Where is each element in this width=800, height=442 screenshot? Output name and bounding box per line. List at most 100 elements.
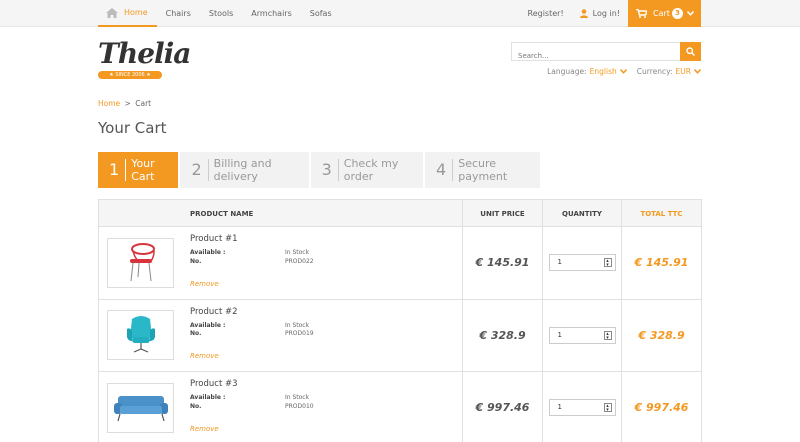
step-check-order[interactable]: 3 Check my order	[311, 152, 426, 188]
nav-item-armchairs[interactable]: Armchairs	[242, 0, 300, 27]
quantity-select[interactable]: 1 ▴ ▾	[548, 326, 616, 344]
table-header: PRODUCT NAME UNIT PRICE QUANTITY TOTAL T…	[99, 200, 701, 227]
spinner-arrows-icon[interactable]: ▴ ▾	[603, 258, 612, 268]
home-icon	[106, 7, 118, 18]
chevron-down-icon	[694, 69, 701, 74]
login-link[interactable]: Log in!	[579, 9, 620, 18]
remove-link[interactable]: Remove	[190, 352, 219, 360]
step-secure-payment[interactable]: 4 Secure payment	[425, 152, 540, 188]
product-image-cell	[99, 372, 190, 442]
table-row: Product #3 Available : No. In Stock PROD01…	[99, 372, 701, 442]
cart-count-badge: 3	[671, 8, 683, 19]
register-link[interactable]: Register!	[528, 9, 564, 18]
header-product-name: PRODUCT NAME	[190, 200, 463, 227]
login-label: Log in!	[592, 9, 620, 18]
step-number: 3	[311, 159, 339, 181]
meta-values: In Stock PROD019	[285, 321, 314, 338]
meta-values: In Stock PROD010	[285, 394, 314, 410]
register-label: Register!	[527, 9, 564, 18]
locale-selectors: Language: English Currency: EUR	[537, 67, 701, 76]
header-image	[99, 200, 190, 227]
table-row: Product #2 Available : No. In Stock PROD01…	[99, 299, 701, 372]
chevron-down-icon	[619, 69, 627, 74]
site-logo[interactable]: Thelia ★ SINCE 2006 ★	[98, 40, 191, 84]
breadcrumb-separator: >	[124, 99, 131, 108]
nav-item-label: Home	[124, 8, 148, 17]
unit-price: € 328.9	[463, 299, 543, 371]
main-nav: Home Chairs Stools Armchairs Sofas	[98, 0, 341, 27]
spinner-arrows-icon[interactable]: ▴ ▾	[603, 330, 612, 340]
currency-selector[interactable]: Currency: EUR	[637, 67, 701, 76]
total-price: € 145.91	[634, 256, 689, 270]
step-billing-delivery[interactable]: 2 Billing and delivery	[180, 152, 311, 188]
product-name[interactable]: Product #2	[190, 307, 462, 317]
product-info-cell: Product #1 Available : No. In Stock PROD02…	[190, 227, 463, 299]
product-info-cell: Product #2 Available : No. In Stock PROD01…	[190, 299, 463, 371]
language-value: English	[589, 67, 617, 76]
quantity-select[interactable]: 1 ▴ ▾	[548, 254, 616, 272]
cart-label: Cart	[653, 9, 670, 18]
meta-labels: Available : No.	[190, 394, 226, 410]
currency-label: Currency:	[636, 67, 673, 76]
unit-price: € 145.91	[463, 227, 543, 299]
header-total-ttc: TOTAL TTC	[640, 209, 683, 218]
account-links: Register! Log in!	[512, 0, 620, 27]
spinner-arrows-icon[interactable]: ▴ ▾	[603, 403, 612, 413]
product-thumbnail[interactable]	[107, 237, 174, 288]
cart-button[interactable]: Cart 3	[628, 0, 701, 27]
blue-sofa-image	[113, 395, 168, 421]
meta-labels: Available : No.	[190, 321, 226, 338]
quantity-value: 1	[557, 403, 562, 412]
nav-item-chairs[interactable]: Chairs	[157, 0, 200, 27]
nav-item-stools[interactable]: Stools	[200, 0, 242, 27]
breadcrumb: Home > Cart	[98, 99, 151, 108]
header-unit-price: UNIT PRICE	[463, 200, 543, 227]
total-price: € 328.9	[638, 328, 685, 342]
cart-icon	[636, 9, 647, 18]
product-name[interactable]: Product #3	[190, 379, 462, 389]
quantity-select[interactable]: 1 ▴ ▾	[548, 399, 616, 417]
user-icon	[579, 9, 588, 18]
step-label: Check my order	[343, 157, 399, 183]
product-image-cell	[99, 227, 190, 299]
unit-price: € 997.46	[463, 372, 543, 442]
quantity-cell: 1 ▴ ▾	[543, 227, 622, 299]
meta-values: In Stock PROD022	[285, 249, 314, 265]
search-box	[511, 42, 701, 65]
breadcrumb-current: Cart	[135, 99, 152, 108]
red-chair-image	[129, 242, 155, 281]
step-number: 2	[180, 159, 209, 181]
product-image-cell	[99, 300, 190, 372]
logo-ribbon: ★ SINCE 2006 ★	[98, 71, 162, 79]
product-thumbnail[interactable]	[107, 310, 174, 361]
product-thumbnail[interactable]	[107, 382, 174, 433]
checkout-steps: 1 Your Cart 2 Billing and delivery 3 Che…	[98, 152, 540, 188]
step-your-cart[interactable]: 1 Your Cart	[98, 152, 181, 188]
remove-link[interactable]: Remove	[190, 425, 219, 433]
step-number: 4	[425, 159, 454, 181]
total-price: € 997.46	[634, 401, 689, 415]
quantity-cell: 1 ▴ ▾	[543, 372, 622, 442]
language-label: Language:	[547, 67, 587, 76]
product-meta: Available : No. In Stock PROD019	[190, 322, 462, 339]
meta-labels: Available : No.	[190, 249, 226, 265]
teal-armchair-image	[126, 316, 155, 353]
cart-table: PRODUCT NAME UNIT PRICE QUANTITY TOTAL T…	[98, 199, 702, 442]
product-name[interactable]: Product #1	[190, 234, 462, 244]
quantity-cell: 1 ▴ ▾	[543, 299, 622, 371]
top-navbar: Home Chairs Stools Armchairs Sofas Regis…	[0, 0, 800, 27]
nav-item-sofas[interactable]: Sofas	[301, 0, 341, 27]
product-meta: Available : No. In Stock PROD010	[190, 394, 462, 411]
step-number: 1	[98, 159, 127, 181]
step-label: Your Cart	[131, 157, 155, 183]
product-info-cell: Product #3 Available : No. In Stock PROD01…	[190, 372, 463, 442]
search-input[interactable]	[512, 47, 680, 65]
search-button[interactable]	[680, 42, 701, 61]
header-quantity: QUANTITY	[543, 200, 622, 227]
language-selector[interactable]: Language: English	[547, 67, 627, 76]
quantity-value: 1	[557, 330, 562, 339]
breadcrumb-home[interactable]: Home	[98, 99, 120, 108]
remove-link[interactable]: Remove	[190, 280, 219, 288]
product-meta: Available : No. In Stock PROD022	[190, 249, 462, 266]
nav-item-home[interactable]: Home	[98, 0, 157, 27]
